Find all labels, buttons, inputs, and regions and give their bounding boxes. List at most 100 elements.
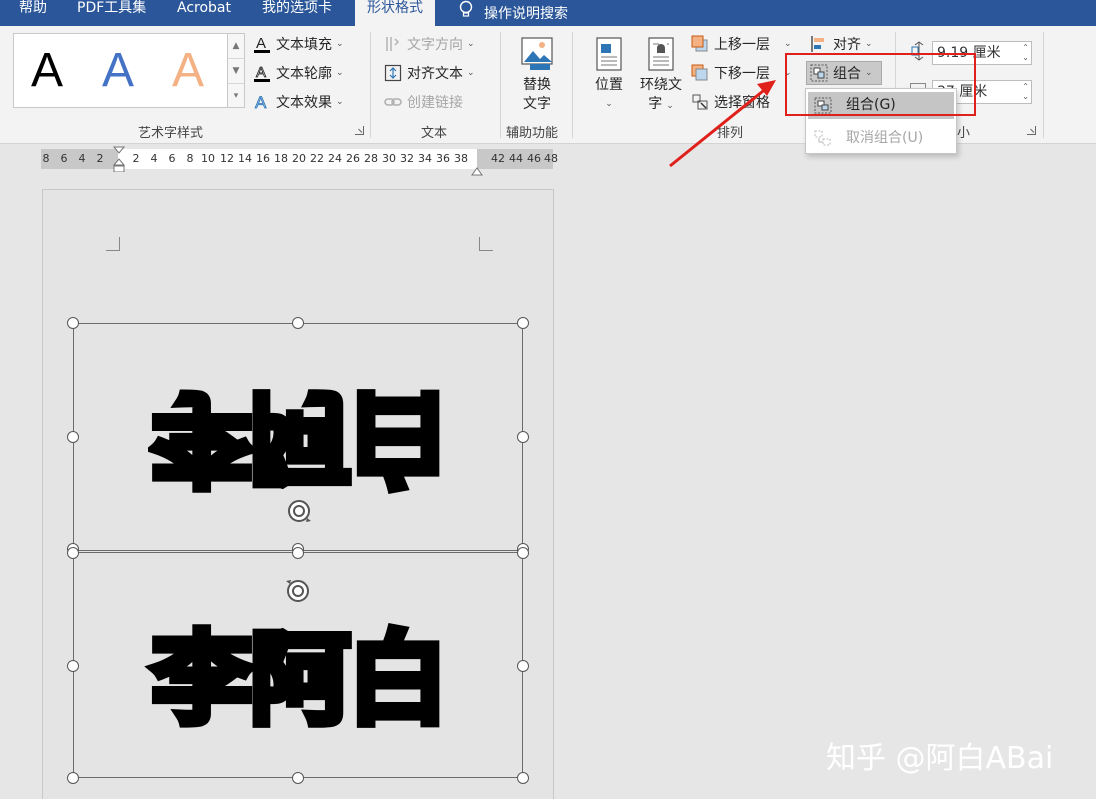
size-group-label: 小 [957, 126, 971, 141]
resize-handle[interactable] [292, 772, 304, 784]
resize-handle[interactable] [517, 772, 529, 784]
text-direction-button[interactable]: 文字方向 ⌄ [384, 33, 475, 55]
resize-handle[interactable] [292, 317, 304, 329]
resize-handle[interactable] [517, 660, 529, 672]
ruler-tick: 20 [292, 152, 306, 165]
align-text-label: 对齐文本 [407, 66, 463, 82]
bring-forward-icon [691, 35, 709, 53]
align-icon [810, 35, 828, 53]
gallery-expand-icon[interactable]: ▾ [228, 84, 244, 109]
scroll-up-icon[interactable]: ▲ [228, 34, 244, 59]
right-indent-icon[interactable] [471, 161, 483, 180]
text-direction-label: 文字方向 [407, 37, 463, 53]
wordart-gallery-scroll[interactable]: ▲ ▼ ▾ [228, 33, 245, 108]
send-backward-button[interactable]: 下移一层 ⌄ [691, 62, 792, 84]
ruler-tick: 44 [509, 152, 523, 165]
ruler-tick: 18 [274, 152, 288, 165]
tab-my-tab[interactable]: 我的选项卡 [262, 0, 332, 26]
wordart-sample-black[interactable]: A [31, 46, 63, 96]
resize-handle[interactable] [517, 317, 529, 329]
ruler-tick: 6 [60, 152, 68, 165]
link-icon [384, 93, 402, 111]
wordart-dialog-launcher-icon[interactable] [355, 126, 364, 135]
horizontal-ruler[interactable]: 8 6 4 2 2 4 6 8 10 12 14 16 18 20 22 24 … [41, 146, 558, 176]
resize-handle[interactable] [292, 547, 304, 559]
ruler-tick: 26 [346, 152, 360, 165]
ruler-tick: 4 [150, 152, 158, 165]
align-text-icon [384, 64, 402, 82]
first-line-indent-icon[interactable] [112, 146, 126, 176]
wrap-text-icon [644, 36, 678, 72]
text-fill-button[interactable]: A 文本填充 ⌄ [253, 33, 344, 55]
alt-text-label-1: 替换 [523, 77, 551, 93]
ruler-tick: 10 [201, 152, 215, 165]
text-outline-button[interactable]: A 文本轮廓 ⌄ [253, 62, 344, 84]
resize-handle[interactable] [67, 317, 79, 329]
ruler-tick: 2 [96, 152, 104, 165]
ruler-tick: 6 [168, 152, 176, 165]
ruler-tick: 36 [436, 152, 450, 165]
tab-tell-me[interactable]: 操作说明搜索 [458, 0, 568, 26]
text-fill-label: 文本填充 [276, 37, 332, 53]
normal-text: 李阿白 [148, 617, 452, 742]
lightbulb-icon [458, 0, 474, 23]
ruler-tick: 42 [491, 152, 505, 165]
create-link-button[interactable]: 创建链接 [384, 91, 463, 113]
rotate-handle-icon[interactable] [283, 576, 313, 606]
margin-corner-mark [106, 237, 120, 251]
ruler-tick: 28 [364, 152, 378, 165]
create-link-label: 创建链接 [407, 95, 463, 111]
resize-handle[interactable] [517, 431, 529, 443]
wrap-text-label-1: 环绕文 [640, 77, 682, 93]
position-button[interactable]: 位置 ⌄ [589, 36, 629, 114]
bring-forward-button[interactable]: 上移一层 ⌄ [691, 33, 792, 55]
size-dialog-launcher-icon[interactable] [1027, 126, 1036, 135]
height-spinner-icon[interactable]: ⌃ ⌄ [1022, 43, 1029, 63]
ruler-tick: 48 [544, 152, 558, 165]
watermark: 知乎 @阿白ABai [826, 741, 1054, 776]
menu-item-ungroup-label: 取消组合(U) [846, 130, 924, 146]
selection-pane-icon [691, 93, 709, 111]
wordart-sample-orange[interactable]: A [172, 46, 204, 96]
ruler-tick: 32 [400, 152, 414, 165]
text-effects-icon: A [253, 93, 271, 113]
wordart-sample-blue[interactable]: A [102, 46, 134, 96]
svg-text:A: A [255, 93, 267, 111]
text-outline-icon: A [253, 64, 271, 82]
resize-handle[interactable] [67, 772, 79, 784]
rotate-handle-icon[interactable] [284, 496, 314, 526]
highlight-box [785, 53, 976, 116]
wordart-group-label: 艺术字样式 [138, 126, 204, 141]
alt-text-button[interactable]: 替换 文字 [514, 36, 560, 114]
selection-pane-button[interactable]: 选择窗格 [691, 91, 770, 113]
wrap-text-button[interactable]: 环绕文 字 ⌄ [636, 36, 686, 116]
tab-acrobat[interactable]: Acrobat [177, 0, 231, 26]
resize-handle[interactable] [67, 660, 79, 672]
group-separator [572, 32, 573, 138]
ruler-tick: 16 [256, 152, 270, 165]
ruler-tick: 4 [78, 152, 86, 165]
width-spinner-icon[interactable]: ⌃ ⌄ [1022, 82, 1029, 102]
align-button[interactable]: 对齐 ⌄ [810, 33, 873, 55]
resize-handle[interactable] [67, 547, 79, 559]
ruler-tick: 2 [132, 152, 140, 165]
position-icon [592, 36, 626, 72]
svg-text:A: A [256, 35, 266, 52]
tab-shape-format[interactable]: 形状格式 [355, 0, 435, 26]
ruler-tick: 8 [186, 152, 194, 165]
tab-pdf-tools[interactable]: PDF工具集 [77, 0, 146, 26]
resize-handle[interactable] [517, 547, 529, 559]
text-direction-icon [384, 35, 402, 53]
align-text-button[interactable]: 对齐文本 ⌄ [384, 62, 475, 84]
wordart-gallery[interactable]: A A A [13, 33, 228, 108]
position-label: 位置 [595, 77, 623, 93]
tab-help[interactable]: 帮助 [19, 0, 47, 26]
ruler-tick: 30 [382, 152, 396, 165]
align-label: 对齐 [833, 37, 861, 53]
ruler-tick: 24 [328, 152, 342, 165]
scroll-down-icon[interactable]: ▼ [228, 59, 244, 84]
resize-handle[interactable] [67, 431, 79, 443]
ruler-tick: 34 [418, 152, 432, 165]
text-effects-button[interactable]: A 文本效果 ⌄ [253, 91, 344, 113]
menu-item-ungroup[interactable]: 取消组合(U) [808, 125, 954, 152]
